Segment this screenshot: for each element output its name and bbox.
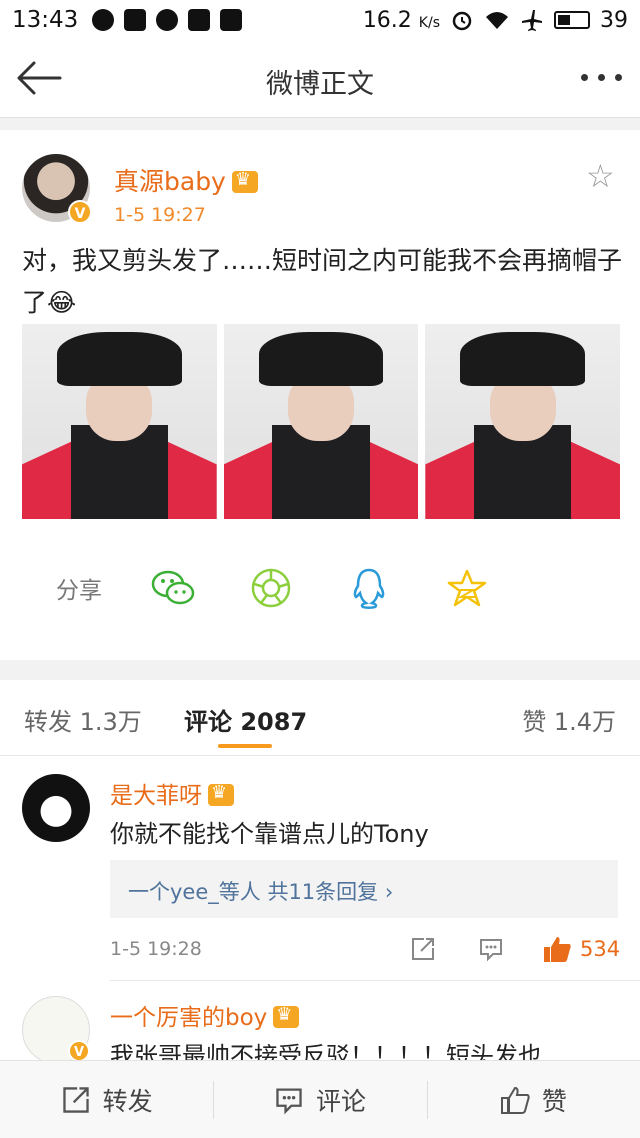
repost-icon [62, 1086, 89, 1113]
thumbs-up-icon [500, 1086, 530, 1114]
share-row: 分享 [56, 565, 542, 611]
battery-level: 39 [600, 7, 628, 33]
app-notification-icon [92, 9, 115, 31]
mail-icon [188, 9, 211, 31]
weibo-icon [124, 9, 147, 31]
like-comment-button[interactable]: 534 [542, 934, 620, 964]
bottom-action-bar: 转发 评论 赞 [0, 1060, 640, 1138]
vip-crown-icon [273, 1004, 300, 1028]
post-time: 1-5 19:27 [114, 204, 206, 226]
network-speed: 16.2 K/s [363, 8, 440, 33]
author-name-text: 真源baby [114, 167, 226, 196]
verified-badge: V [68, 1040, 90, 1062]
comment-avatar[interactable] [22, 774, 90, 842]
comment-replies-link[interactable]: 一个yee_等人 共11条回复 › [110, 860, 618, 918]
repost-button[interactable]: 转发 [0, 1061, 213, 1138]
post-photo-1[interactable] [22, 324, 217, 519]
comment-button[interactable]: 评论 [213, 1061, 426, 1138]
network-speed-unit: K/s [418, 14, 440, 31]
qzone-icon[interactable] [444, 565, 490, 611]
repost-comment-icon[interactable] [410, 934, 436, 964]
like-button-label: 赞 [541, 1086, 567, 1116]
tab-repost[interactable]: 转发 1.3万 [24, 702, 142, 737]
airplane-icon [522, 10, 542, 31]
repost-button-label: 转发 [102, 1086, 153, 1116]
page-title: 微博正文 [266, 69, 374, 100]
comment-author-text: 是大菲呀 [110, 783, 202, 809]
comment-text: 你就不能找个靠谱点儿的Tony [110, 820, 429, 848]
comment-divider [110, 980, 640, 981]
active-tab-indicator [218, 744, 272, 748]
thumbs-up-icon [544, 937, 571, 962]
status-notification-icons [92, 9, 243, 31]
nav-bar: 微博正文 [0, 40, 640, 118]
qq-icon[interactable] [346, 565, 392, 611]
comment-time: 1-5 19:28 [110, 938, 202, 960]
comment-author[interactable]: 是大菲呀 [110, 776, 234, 810]
post-photo-3[interactable] [425, 324, 621, 519]
chat-icon [156, 9, 179, 31]
vip-crown-icon [208, 782, 234, 806]
section-gap [0, 118, 640, 130]
weibo-post-page: 13:43 16.2 K/s 39 微博正文 V 真源baby 1-5 19:2… [0, 0, 640, 1138]
favorite-star-icon[interactable]: ☆ [586, 160, 615, 192]
wifi-icon [486, 12, 508, 29]
comment-author-text: 一个厉害的boy [110, 1005, 268, 1031]
share-label: 分享 [56, 578, 102, 604]
more-dots-icon[interactable] [581, 74, 622, 81]
post-photo-grid [22, 324, 621, 519]
section-gap [0, 660, 640, 680]
comment-icon [276, 1087, 302, 1114]
shield-icon [220, 9, 243, 31]
wechat-icon[interactable] [150, 565, 196, 611]
comment-like-count: 534 [580, 937, 621, 961]
network-speed-value: 16.2 [362, 7, 412, 33]
reply-comment-icon[interactable] [478, 934, 504, 964]
tab-comment[interactable]: 评论 2087 [184, 702, 307, 737]
battery-icon [554, 11, 590, 29]
status-bar: 13:43 16.2 K/s 39 [0, 0, 640, 40]
post-text: 对，我又剪头发了……短时间之内可能我不会再摘帽子了😂 [22, 246, 623, 317]
moments-icon[interactable] [248, 565, 294, 611]
author-name[interactable]: 真源baby [114, 162, 258, 198]
vip-crown-icon [231, 169, 258, 193]
tab-like[interactable]: 赞 1.4万 [522, 702, 616, 737]
comment-button-label: 评论 [315, 1086, 366, 1116]
status-right: 16.2 K/s 39 [363, 8, 628, 33]
verified-badge: V [68, 200, 92, 224]
comment-author[interactable]: 一个厉害的boy [110, 998, 300, 1032]
post-tabs: 转发 1.3万 评论 2087 赞 1.4万 [0, 680, 640, 756]
status-time: 13:43 [12, 7, 79, 33]
post-photo-2[interactable] [223, 324, 419, 519]
like-button[interactable]: 赞 [426, 1061, 640, 1138]
alarm-icon [452, 11, 472, 31]
